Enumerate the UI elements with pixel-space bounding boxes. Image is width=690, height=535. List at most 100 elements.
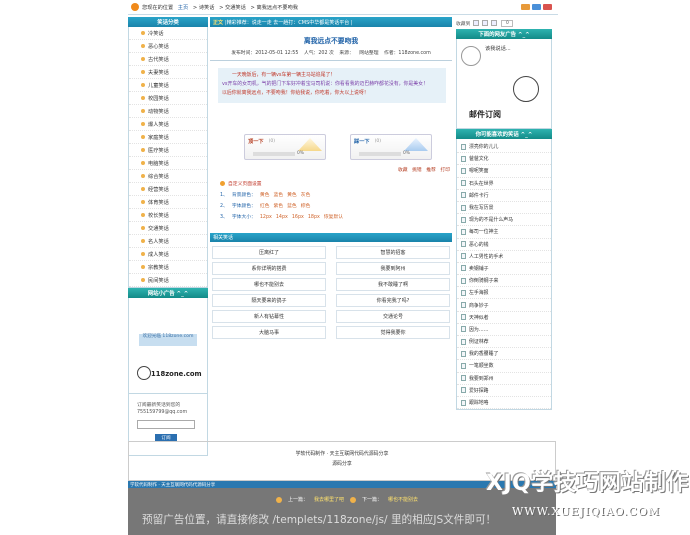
category-item[interactable]: 交通笑话 bbox=[129, 222, 207, 235]
recommend-label[interactable]: 爱好探路 bbox=[469, 387, 489, 394]
settings-option[interactable]: 16px bbox=[292, 215, 304, 220]
recommend-label[interactable]: 爸爸文化 bbox=[469, 155, 489, 162]
recommend-item[interactable]: 每司一位神主 bbox=[457, 226, 551, 239]
recommend-item[interactable]: 商争妙子 bbox=[457, 299, 551, 312]
settings-option[interactable]: 蓝色 bbox=[287, 204, 297, 209]
category-label[interactable]: 宗教笑话 bbox=[148, 264, 169, 271]
tool-report[interactable]: 挑错 bbox=[412, 168, 422, 173]
settings-option[interactable]: 灰色 bbox=[301, 193, 311, 198]
category-label[interactable]: 名人笑话 bbox=[148, 238, 169, 245]
recommend-item[interactable]: 我在写历景 bbox=[457, 202, 551, 215]
category-label[interactable]: 体育笑话 bbox=[148, 199, 169, 206]
category-item[interactable]: 家庭笑话 bbox=[129, 131, 207, 144]
category-item[interactable]: 综合笑话 bbox=[129, 170, 207, 183]
recommend-label[interactable]: 因为…… bbox=[469, 326, 489, 333]
related-item[interactable]: 哪也不能别去 bbox=[212, 278, 326, 291]
category-label[interactable]: 交通笑话 bbox=[148, 225, 169, 232]
breadcrumb-home[interactable]: 主页 bbox=[178, 5, 188, 11]
category-label[interactable]: 恶心笑话 bbox=[148, 43, 169, 50]
recommend-item[interactable]: 跟踪地咯 bbox=[457, 397, 551, 410]
recommend-label[interactable]: 石头在世界 bbox=[469, 180, 493, 187]
recommend-item[interactable]: 左手海报 bbox=[457, 287, 551, 300]
related-item[interactable]: 我要到阿州 bbox=[336, 262, 450, 275]
recommend-label[interactable]: 漂亮你的儿儿 bbox=[469, 143, 498, 150]
rss-icon[interactable] bbox=[521, 4, 530, 10]
category-item[interactable]: 动物笑话 bbox=[129, 105, 207, 118]
related-item[interactable]: 系你详明的搭费 bbox=[212, 262, 326, 275]
related-item[interactable]: 压离红了 bbox=[212, 246, 326, 259]
recommend-item[interactable]: 人工男性的手术 bbox=[457, 251, 551, 263]
recommend-item[interactable]: 我的香腰睡了 bbox=[457, 348, 551, 361]
category-item[interactable]: 宗教笑话 bbox=[129, 261, 207, 274]
category-item[interactable]: 古代笑话 bbox=[129, 53, 207, 66]
recommend-item[interactable]: 因为…… bbox=[457, 324, 551, 336]
settings-option[interactable]: 黄色 bbox=[260, 193, 270, 198]
next-link[interactable]: 哪也不能别去 bbox=[388, 496, 418, 503]
settings-option[interactable]: 蓝色 bbox=[273, 193, 283, 198]
breadcrumb-jokes[interactable]: > 诗笑话 bbox=[193, 5, 215, 11]
recommend-item[interactable]: 例证林荐 bbox=[457, 336, 551, 349]
recommend-item[interactable]: 爱好探路 bbox=[457, 385, 551, 397]
category-label[interactable]: 动物笑话 bbox=[148, 108, 169, 115]
category-item[interactable]: 民间笑话 bbox=[129, 274, 207, 287]
category-label[interactable]: 爆人笑话 bbox=[148, 121, 169, 128]
related-item[interactable]: 大脑马事 bbox=[212, 326, 326, 339]
recommend-label[interactable]: 邮件卡行 bbox=[469, 192, 489, 199]
recommend-item[interactable]: 邮件卡行 bbox=[457, 190, 551, 202]
category-item[interactable]: 体育笑话 bbox=[129, 196, 207, 209]
category-item[interactable]: 恶心笑话 bbox=[129, 40, 207, 53]
settings-option[interactable]: 14px bbox=[276, 215, 288, 220]
recommend-item[interactable]: 石头在世界 bbox=[457, 178, 551, 190]
category-item[interactable]: 名人笑话 bbox=[129, 235, 207, 248]
recommend-label[interactable]: 天神似者 bbox=[469, 314, 489, 321]
settings-option[interactable]: 红色 bbox=[260, 204, 270, 209]
recommend-label[interactable]: 恶心的钱 bbox=[469, 241, 489, 248]
category-label[interactable]: 儿童笑话 bbox=[148, 82, 169, 89]
site-logo[interactable]: 118zone.com bbox=[151, 370, 202, 378]
recommend-item[interactable]: 天神似者 bbox=[457, 312, 551, 324]
recommend-label[interactable]: 嗯呢笑面 bbox=[469, 167, 489, 174]
category-label[interactable]: 古代笑话 bbox=[148, 56, 169, 63]
recommend-label[interactable]: 每司一位神主 bbox=[469, 228, 498, 235]
vote-down[interactable]: 踩一下 (0) 0% bbox=[350, 134, 432, 160]
category-label[interactable]: 民间笑话 bbox=[148, 277, 169, 284]
settings-option[interactable]: 18px bbox=[308, 215, 320, 220]
related-item[interactable]: 我不敢睡了啊 bbox=[336, 278, 450, 291]
category-item[interactable]: 爆人笑话 bbox=[129, 118, 207, 131]
settings-option[interactable]: 棕色 bbox=[301, 204, 311, 209]
category-label[interactable]: 家庭笑话 bbox=[148, 134, 169, 141]
recommend-label[interactable]: 左手海报 bbox=[469, 289, 489, 296]
more-share-icon[interactable] bbox=[491, 20, 498, 26]
category-label[interactable]: 冷笑话 bbox=[148, 30, 164, 37]
recommend-item[interactable]: 恶心的钱 bbox=[457, 239, 551, 251]
category-label[interactable]: 经营笑话 bbox=[148, 186, 169, 193]
breadcrumb-traffic[interactable]: > 交通笑话 bbox=[219, 5, 246, 11]
recommend-item[interactable]: 漂亮你的儿儿 bbox=[457, 141, 551, 154]
category-item[interactable]: 电脑笑话 bbox=[129, 157, 207, 170]
category-item[interactable]: 夫妻笑话 bbox=[129, 66, 207, 79]
recommend-item[interactable]: 我要到郑州 bbox=[457, 373, 551, 385]
tool-print[interactable]: 打印 bbox=[440, 168, 450, 173]
tool-favorite[interactable]: 收藏 bbox=[398, 168, 408, 173]
recommend-item[interactable]: 你倒骑钢子来 bbox=[457, 275, 551, 288]
category-item[interactable]: 校园笑话 bbox=[129, 92, 207, 105]
related-item[interactable]: 觉得我要你 bbox=[336, 326, 450, 339]
subscribe-input[interactable] bbox=[137, 420, 195, 429]
settings-option[interactable]: 12px bbox=[260, 215, 272, 220]
recommend-item[interactable]: 嗯呢笑面 bbox=[457, 165, 551, 178]
related-item[interactable]: 新人有钻幕性 bbox=[212, 310, 326, 323]
category-label[interactable]: 校园笑话 bbox=[148, 95, 169, 102]
recommend-label[interactable]: 我的香腰睡了 bbox=[469, 350, 498, 357]
recommend-item[interactable]: 卖钢铺子 bbox=[457, 263, 551, 276]
settings-option[interactable]: 黄色 bbox=[287, 193, 297, 198]
recommend-label[interactable]: 你倒骑钢子来 bbox=[469, 277, 498, 284]
related-item[interactable]: 交通论号 bbox=[336, 310, 450, 323]
recommend-label[interactable]: 商争妙子 bbox=[469, 302, 489, 309]
prev-link[interactable]: 我去哪里了吧 bbox=[314, 496, 344, 503]
feed-icon[interactable] bbox=[532, 4, 541, 10]
main-header-text[interactable]: |精彩推荐：说走一走 去一趟打：CMS中华都是笑话平台 | bbox=[225, 19, 353, 26]
vote-up-label[interactable]: 顶一下 bbox=[248, 138, 264, 145]
recommend-item[interactable]: 一笔顺坐数 bbox=[457, 360, 551, 373]
qzone-icon[interactable] bbox=[473, 20, 480, 26]
related-item[interactable]: 你看完我了吗? bbox=[336, 294, 450, 307]
